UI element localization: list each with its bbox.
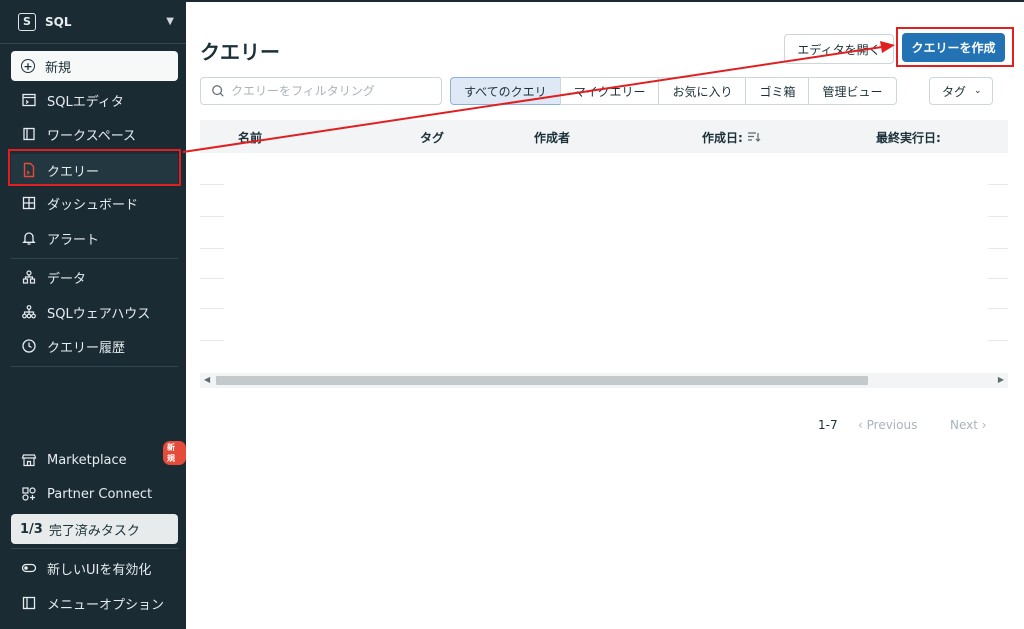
sidebar-item-label: アラート	[47, 232, 100, 248]
sidebar-item-new-ui[interactable]: 新しいUIを有効化	[11, 552, 178, 584]
sidebar-item-sql-editor[interactable]: SQLエディタ	[11, 84, 178, 116]
sidebar-item-data[interactable]: データ	[11, 261, 178, 293]
sidebar-item-label: クエリー履歴	[47, 340, 126, 356]
table-row	[200, 184, 224, 185]
scroll-left-icon[interactable]: ◀	[204, 375, 210, 384]
table-row	[988, 308, 1008, 309]
column-last-run[interactable]: 最終実行日:	[876, 129, 941, 146]
dashboard-icon	[21, 195, 37, 211]
sidebar-divider	[11, 366, 178, 367]
table-row	[200, 248, 224, 249]
sidebar-item-partner-connect[interactable]: Partner Connect	[11, 478, 178, 510]
new-button[interactable]: + 新規	[11, 51, 178, 81]
scrollbar-thumb[interactable]	[216, 376, 868, 385]
query-filter-tabs: すべてのクエリ マイクエリー お気に入り ゴミ箱 管理ビュー	[450, 77, 897, 105]
horizontal-scrollbar[interactable]: ◀ ▶	[200, 373, 1008, 388]
filter-trash[interactable]: ゴミ箱	[745, 77, 810, 105]
table-row	[200, 278, 224, 279]
workspace-icon	[21, 126, 37, 142]
filter-admin-view[interactable]: 管理ビュー	[808, 77, 897, 105]
column-name[interactable]: 名前	[238, 129, 262, 146]
store-icon	[21, 452, 37, 468]
task-label: 完了済みタスク	[48, 523, 140, 539]
filter-favorites[interactable]: お気に入り	[658, 77, 747, 105]
scroll-right-icon[interactable]: ▶	[998, 375, 1004, 384]
sidebar-item-label: SQLウェアハウス	[47, 306, 151, 322]
data-icon	[21, 269, 37, 285]
sidebar-item-label: メニューオプション	[47, 597, 165, 613]
sidebar-item-label: ダッシュボード	[47, 197, 139, 213]
table-row	[988, 248, 1008, 249]
open-editor-button[interactable]: エディタを開く	[784, 34, 894, 64]
page-title: クエリー	[200, 40, 280, 64]
task-count: 1/3	[20, 521, 43, 537]
sidebar-item-alerts[interactable]: アラート	[11, 222, 178, 254]
completed-tasks-button[interactable]: 1/3 完了済みタスク	[11, 514, 178, 544]
sidebar-divider	[11, 548, 178, 549]
sidebar-item-label: データ	[47, 271, 87, 287]
table-row	[200, 340, 224, 341]
filter-all-queries[interactable]: すべてのクエリ	[450, 77, 561, 105]
queries-table: 名前 タグ 作成者 作成日: 最終実行日: ◀ ▶	[200, 120, 1008, 388]
chevron-down-icon: ⌄	[974, 86, 982, 96]
next-label: Next	[950, 418, 978, 432]
plus-icon: +	[21, 59, 35, 73]
table-row	[200, 308, 224, 309]
sidebar-item-menu-options[interactable]: メニューオプション	[11, 587, 178, 619]
table-row	[988, 340, 1008, 341]
panel-icon	[21, 595, 37, 611]
column-created[interactable]: 作成日:	[702, 129, 761, 146]
column-creator[interactable]: 作成者	[534, 129, 570, 146]
new-button-label: 新規	[45, 60, 72, 76]
highlight-queries-nav	[8, 149, 181, 186]
sidebar-item-label: SQLエディタ	[47, 94, 124, 110]
filter-my-queries[interactable]: マイクエリー	[559, 77, 660, 105]
sql-editor-icon	[21, 92, 37, 108]
app-name: SQL	[45, 14, 72, 29]
new-badge: 新規	[163, 441, 186, 465]
sidebar-item-label: Partner Connect	[47, 486, 153, 502]
main-content: クエリー エディタを開く クエリーを作成 すべてのクエリ マイクエリー お気に入…	[186, 0, 1024, 629]
sidebar-item-marketplace[interactable]: Marketplace	[11, 444, 178, 476]
table-row	[988, 216, 1008, 217]
column-created-label: 作成日:	[702, 131, 743, 145]
sidebar-item-workspace[interactable]: ワークスペース	[11, 118, 178, 150]
previous-label: Previous	[866, 418, 918, 432]
sidebar-item-label: ワークスペース	[47, 128, 137, 144]
sidebar-item-dashboards[interactable]: ダッシュボード	[11, 187, 178, 219]
pagination-next[interactable]: Next ›	[950, 418, 987, 432]
highlight-create-button	[896, 27, 1014, 67]
warehouse-icon	[21, 304, 37, 320]
chevron-left-icon: ‹	[858, 418, 867, 432]
table-row	[988, 184, 1008, 185]
table-header: 名前 タグ 作成者 作成日: 最終実行日:	[200, 120, 1008, 153]
search-icon	[212, 85, 224, 97]
sidebar-item-label: 新しいUIを有効化	[47, 562, 152, 578]
table-row	[988, 278, 1008, 279]
tag-dropdown-label: タグ	[942, 84, 967, 99]
sidebar-item-sql-warehouses[interactable]: SQLウェアハウス	[11, 296, 178, 328]
column-tags[interactable]: タグ	[420, 129, 444, 146]
pagination-previous[interactable]: ‹ Previous	[858, 418, 917, 432]
search-input[interactable]	[231, 84, 431, 98]
sidebar-item-query-history[interactable]: クエリー履歴	[11, 330, 178, 362]
query-filter-search[interactable]	[200, 77, 442, 105]
caret-down-icon: ▼	[166, 16, 174, 27]
app-switcher[interactable]: S SQL ▼	[0, 0, 186, 44]
bell-icon	[21, 230, 37, 246]
tag-dropdown[interactable]: タグ ⌄	[929, 77, 993, 105]
chevron-right-icon: ›	[977, 418, 987, 432]
sidebar-item-label: Marketplace	[47, 452, 127, 468]
partner-icon	[21, 486, 37, 502]
sidebar: S SQL ▼ + 新規 SQLエディタ ワークスペース クエリー ダッシュボー…	[0, 0, 186, 629]
table-row	[200, 216, 224, 217]
sql-logo-icon: S	[18, 12, 36, 31]
sort-icon	[748, 132, 761, 142]
sidebar-divider	[11, 258, 178, 259]
clock-icon	[21, 338, 37, 354]
toggle-icon	[21, 560, 37, 576]
pagination-range: 1-7	[818, 418, 838, 432]
